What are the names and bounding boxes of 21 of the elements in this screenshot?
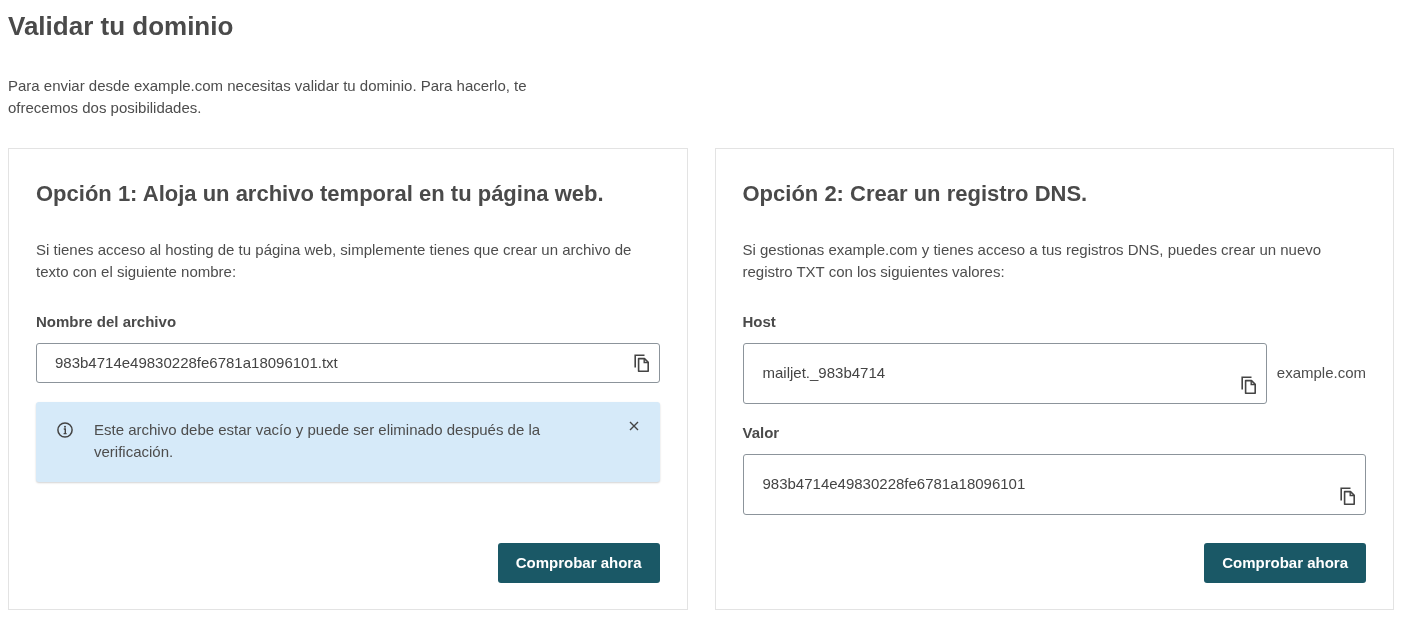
info-icon bbox=[57, 422, 73, 438]
field-label: Host bbox=[742, 312, 776, 332]
check-now-button[interactable]: Comprobar ahora bbox=[1204, 543, 1366, 583]
close-icon[interactable] bbox=[628, 421, 639, 431]
check-now-button[interactable]: Comprobar ahora bbox=[497, 543, 660, 583]
copy-icon[interactable] bbox=[1340, 487, 1356, 505]
copy-icon[interactable] bbox=[1240, 376, 1257, 394]
domain-suffix: example.com bbox=[1276, 363, 1366, 384]
input-field[interactable]: 983b4714e49830228fe6781a18096101 bbox=[742, 454, 1366, 515]
field-label: Valor bbox=[742, 423, 780, 443]
intro-text: Para enviar desde example.com necesitas validar tu dominio. Para hacerlo, te ofrecemos dos posibilidades. bbox=[8, 76, 528, 118]
option-title: Opción 2: Crear un registro DNS. bbox=[742, 180, 1088, 208]
option-title: Opción 1: Aloja un archivo temporal en tu página web. bbox=[36, 180, 604, 208]
input-field[interactable]: 983b4714e49830228fe6781a18096101.txt bbox=[36, 343, 660, 383]
page-title: Validar tu dominio bbox=[8, 10, 234, 43]
field-label: Nombre del archivo bbox=[36, 312, 177, 332]
copy-icon[interactable] bbox=[633, 354, 650, 372]
alert-text: Este archivo debe estar vacío y puede ser eliminado después de la verificación. bbox=[94, 420, 542, 462]
input-field[interactable]: mailjet._983b4714 bbox=[742, 343, 1267, 404]
option-description: Si gestionas example.com y tienes acceso a tus registros DNS, puedes crear un nuevo registro TXT con los siguientes valores: bbox=[742, 240, 1323, 282]
option-description: Si tienes acceso al hosting de tu página web, simplemente tienes que crear un archivo de texto con el siguiente nombre: bbox=[36, 240, 633, 282]
